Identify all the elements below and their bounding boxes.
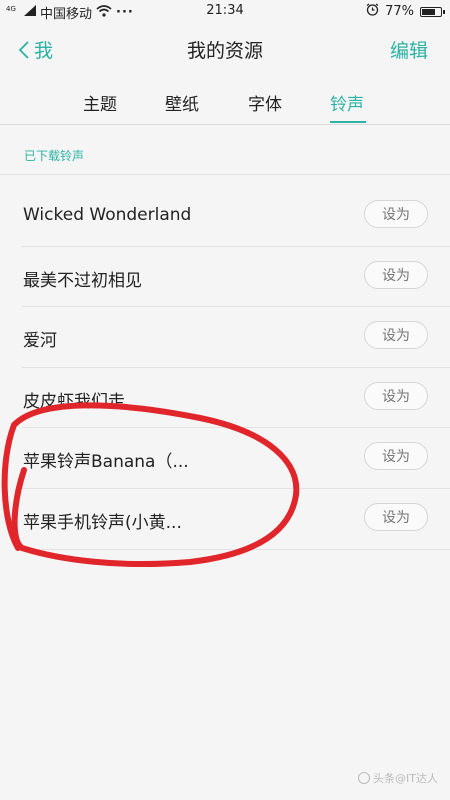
battery-percent: 77% [385, 4, 414, 19]
list-item[interactable]: 苹果铃声Banana（... 设为 [22, 428, 450, 489]
watermark: 头条@IT达人 [358, 770, 438, 786]
set-as-button[interactable]: 设为 [364, 381, 428, 410]
set-as-button[interactable]: 设为 [364, 502, 428, 531]
ringtone-title: 爱河 [23, 331, 57, 352]
set-as-button[interactable]: 设为 [364, 260, 428, 289]
list-item[interactable]: 爱河 设为 [22, 307, 450, 368]
set-as-button[interactable]: 设为 [364, 321, 428, 350]
tab-wallpapers[interactable]: 壁纸 [165, 90, 199, 115]
resource-tabs: 主题 壁纸 字体 铃声 [0, 76, 450, 125]
status-right: 77% [366, 3, 445, 20]
ringtone-title: 苹果铃声Banana（... [23, 452, 189, 473]
battery-fill [422, 8, 436, 15]
page-title: 我的资源 [186, 40, 263, 62]
list-item[interactable]: 皮皮虾我们走 设为 [22, 368, 450, 429]
battery-icon [420, 6, 445, 17]
list-item[interactable]: 苹果手机铃声(小黄... 设为 [22, 489, 450, 550]
ringtone-title: Wicked Wonderland [23, 205, 192, 225]
tab-fonts[interactable]: 字体 [248, 90, 282, 115]
set-as-button[interactable]: 设为 [364, 200, 428, 228]
nav-bar: 我 我的资源 编辑 [0, 24, 450, 74]
list-item[interactable]: 最美不过初相见 设为 [22, 247, 450, 308]
tab-ringtones[interactable]: 铃声 [330, 90, 364, 115]
status-bar: 4G 中国移动 ··· 21:34 77% [0, 0, 450, 24]
set-as-button[interactable]: 设为 [364, 442, 428, 471]
edit-button[interactable]: 编辑 [390, 36, 428, 63]
active-tab-indicator [330, 121, 366, 123]
ringtone-list: Wicked Wonderland 设为 最美不过初相见 设为 爱河 设为 皮皮… [0, 186, 450, 550]
watermark-text: 头条@IT达人 [373, 772, 438, 785]
list-item[interactable]: Wicked Wonderland 设为 [22, 186, 450, 247]
section-divider [0, 174, 450, 175]
ringtone-title: 皮皮虾我们走 [23, 391, 125, 412]
ringtone-title: 最美不过初相见 [23, 270, 142, 291]
watermark-logo-icon [358, 772, 371, 784]
section-header: 已下载铃声 [24, 149, 85, 163]
tab-themes[interactable]: 主题 [83, 90, 117, 115]
ringtone-title: 苹果手机铃声(小黄... [23, 512, 182, 533]
alarm-icon [366, 3, 379, 20]
